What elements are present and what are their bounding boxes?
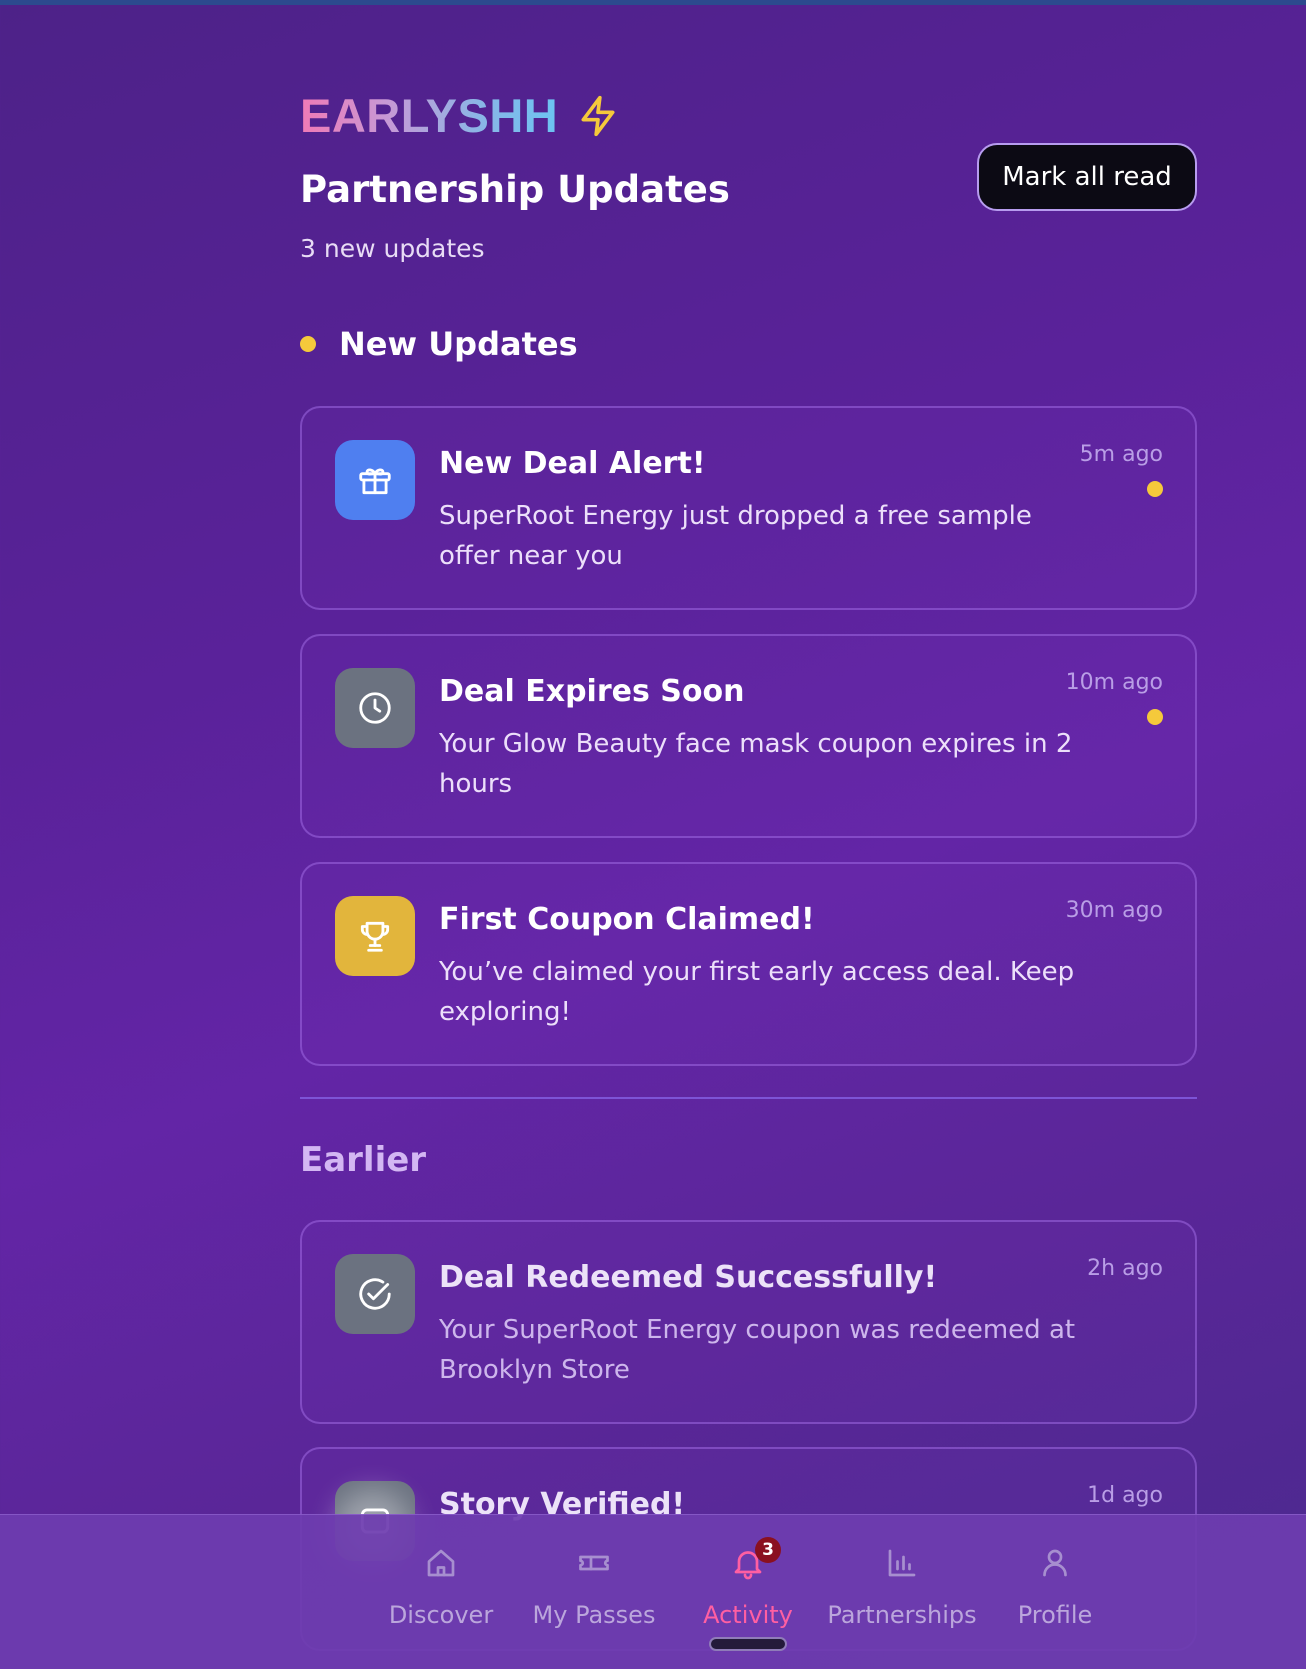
trophy-icon <box>335 896 415 976</box>
unread-indicator <box>1147 709 1163 725</box>
notification-card[interactable]: First Coupon Claimed! You’ve claimed you… <box>300 862 1197 1066</box>
new-updates-header: New Updates <box>300 325 578 363</box>
nav-label: Partnerships <box>827 1601 977 1629</box>
notification-badge: 3 <box>755 1537 781 1563</box>
bottom-navigation: Discover My Passes 3 Activity Partnershi… <box>0 1514 1306 1669</box>
notification-time: 30m ago <box>1065 898 1163 923</box>
section-dot-icon <box>300 336 316 352</box>
notification-title: Deal Expires Soon <box>439 674 745 709</box>
notification-body: SuperRoot Energy just dropped a free sam… <box>439 501 1032 571</box>
nav-item-my-passes[interactable]: My Passes <box>509 1545 679 1629</box>
notification-time: 2h ago <box>1087 1256 1163 1281</box>
app-logo[interactable]: EARLYSHH <box>300 88 620 143</box>
notification-title: Deal Redeemed Successfully! <box>439 1260 938 1295</box>
home-icon <box>427 1549 455 1577</box>
nav-label: My Passes <box>532 1601 656 1629</box>
notification-body: Your SuperRoot Energy coupon was redeeme… <box>439 1315 1076 1385</box>
earlier-section-title: Earlier <box>300 1140 427 1180</box>
notification-time: 1d ago <box>1087 1483 1163 1508</box>
bar-chart-icon <box>888 1549 916 1577</box>
notification-body: Your Glow Beauty face mask coupon expire… <box>439 729 1073 799</box>
notification-card[interactable]: Deal Redeemed Successfully! Your SuperRo… <box>300 1220 1197 1424</box>
clock-icon <box>335 668 415 748</box>
nav-label: Profile <box>1017 1601 1093 1629</box>
nav-label: Discover <box>388 1601 494 1629</box>
user-icon <box>1043 1549 1067 1577</box>
logo-text: EARLYSHH <box>300 89 559 142</box>
nav-label: Activity <box>703 1601 793 1629</box>
notification-time: 10m ago <box>1065 670 1163 695</box>
notification-title: New Deal Alert! <box>439 446 706 481</box>
notification-title: First Coupon Claimed! <box>439 902 815 937</box>
notification-body: You’ve claimed your first early access d… <box>439 957 1075 1027</box>
active-tab-indicator <box>709 1637 787 1651</box>
ticket-icon <box>579 1555 609 1571</box>
nav-item-partnerships[interactable]: Partnerships <box>817 1545 987 1629</box>
section-title: New Updates <box>339 325 578 363</box>
check-circle-icon <box>335 1254 415 1334</box>
nav-item-activity[interactable]: 3 Activity <box>663 1537 833 1629</box>
lightning-bolt-icon <box>581 95 615 136</box>
page-title: Partnership Updates <box>300 168 730 211</box>
nav-item-discover[interactable]: Discover <box>356 1545 526 1629</box>
gift-icon <box>335 440 415 520</box>
unread-indicator <box>1147 481 1163 497</box>
section-divider <box>300 1097 1197 1099</box>
updates-count: 3 new updates <box>300 234 485 263</box>
nav-item-profile[interactable]: Profile <box>970 1545 1140 1629</box>
window-top-border <box>0 0 1306 5</box>
notification-card[interactable]: Deal Expires Soon Your Glow Beauty face … <box>300 634 1197 838</box>
mark-all-read-button[interactable]: Mark all read <box>977 143 1197 211</box>
notification-time: 5m ago <box>1079 442 1163 467</box>
notification-card[interactable]: New Deal Alert! SuperRoot Energy just dr… <box>300 406 1197 610</box>
